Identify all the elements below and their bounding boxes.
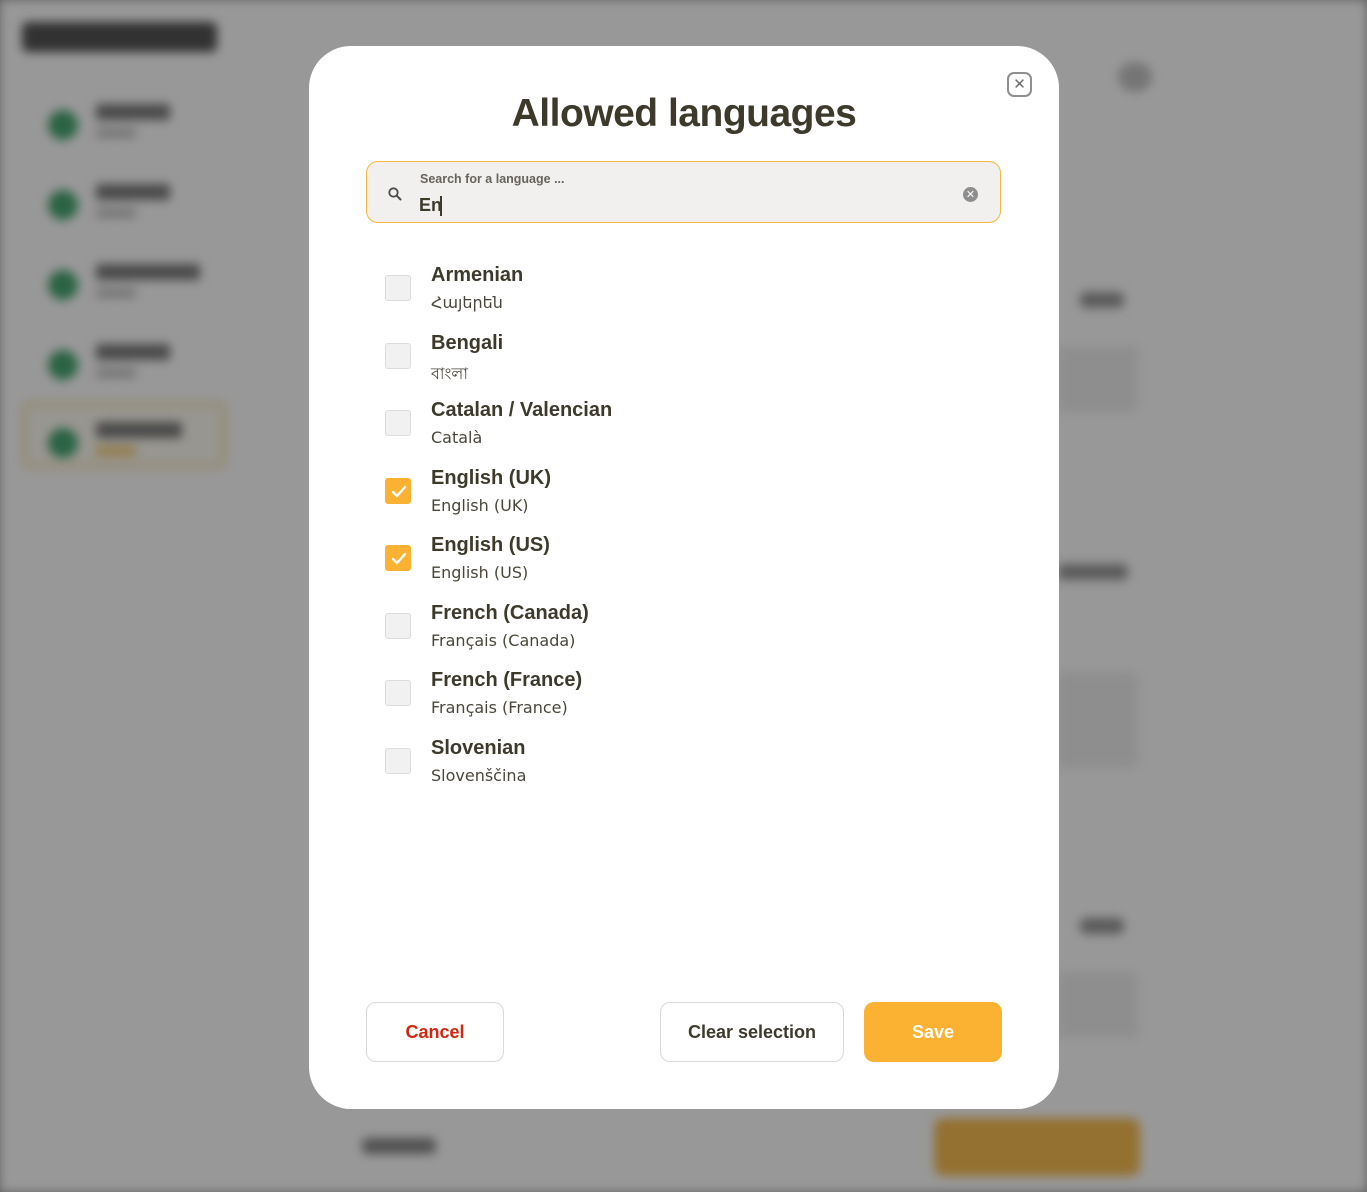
search-input[interactable] bbox=[419, 192, 939, 218]
language-checkbox[interactable] bbox=[385, 545, 411, 571]
language-name: English (UK) bbox=[431, 466, 551, 489]
language-option[interactable]: Bengali বাংলা bbox=[385, 328, 985, 396]
language-option[interactable]: Armenian Հայերեն bbox=[385, 260, 985, 328]
language-native-name: Slovenščina bbox=[431, 765, 527, 785]
language-name: Bengali bbox=[431, 331, 504, 354]
search-icon bbox=[388, 187, 402, 201]
text-caret bbox=[440, 196, 442, 216]
language-native-name: Català bbox=[431, 428, 483, 447]
language-checkbox[interactable] bbox=[385, 680, 411, 706]
language-native-name: Հայերեն bbox=[431, 293, 503, 312]
clear-icon[interactable]: ✕ bbox=[963, 187, 978, 202]
search-label: Search for a language ... bbox=[420, 172, 565, 186]
save-button[interactable]: Save bbox=[864, 1002, 1002, 1062]
search-field[interactable]: Search for a language ... ✕ bbox=[366, 161, 1001, 223]
language-checkbox[interactable] bbox=[385, 275, 411, 301]
language-option[interactable]: English (UK) English (UK) bbox=[385, 463, 985, 531]
checkmark-icon bbox=[391, 485, 407, 497]
language-option[interactable]: French (Canada) Français (Canada) bbox=[385, 598, 985, 666]
language-checkbox[interactable] bbox=[385, 612, 411, 639]
language-name: French (Canada) bbox=[431, 601, 589, 624]
checkmark-icon bbox=[391, 552, 407, 565]
language-name: Catalan / Valencian bbox=[431, 399, 613, 421]
language-option[interactable]: Slovenian Slovenščina bbox=[385, 733, 985, 801]
language-native-name: Français (Canada) bbox=[431, 630, 576, 650]
language-option[interactable]: Catalan / Valencian Català bbox=[385, 395, 985, 463]
language-name: Armenian bbox=[431, 264, 524, 286]
language-native-name: English (UK) bbox=[431, 495, 529, 515]
language-name: English (US) bbox=[431, 534, 550, 556]
language-option[interactable]: English (US) English (US) bbox=[385, 530, 985, 598]
language-native-name: English (US) bbox=[431, 563, 529, 582]
language-name: French (France) bbox=[431, 669, 583, 691]
language-name: Slovenian bbox=[431, 736, 526, 759]
language-native-name: বাংলা bbox=[431, 363, 468, 383]
allowed-languages-modal: ✕ Allowed languages Search for a languag… bbox=[309, 46, 1059, 1109]
cancel-button[interactable]: Cancel bbox=[366, 1002, 504, 1062]
language-option[interactable]: French (France) Français (France) bbox=[385, 665, 985, 733]
language-checkbox[interactable] bbox=[385, 747, 411, 774]
language-checkbox[interactable] bbox=[385, 342, 411, 369]
modal-title: Allowed languages bbox=[511, 92, 857, 135]
language-list: Armenian Հայերեն Bengali বাংলা Catalan / Val… bbox=[385, 260, 985, 800]
language-checkbox[interactable] bbox=[385, 410, 411, 436]
language-native-name: Français (France) bbox=[431, 698, 568, 717]
clear-selection-button[interactable]: Clear selection bbox=[660, 1002, 844, 1062]
language-checkbox[interactable] bbox=[385, 477, 411, 504]
